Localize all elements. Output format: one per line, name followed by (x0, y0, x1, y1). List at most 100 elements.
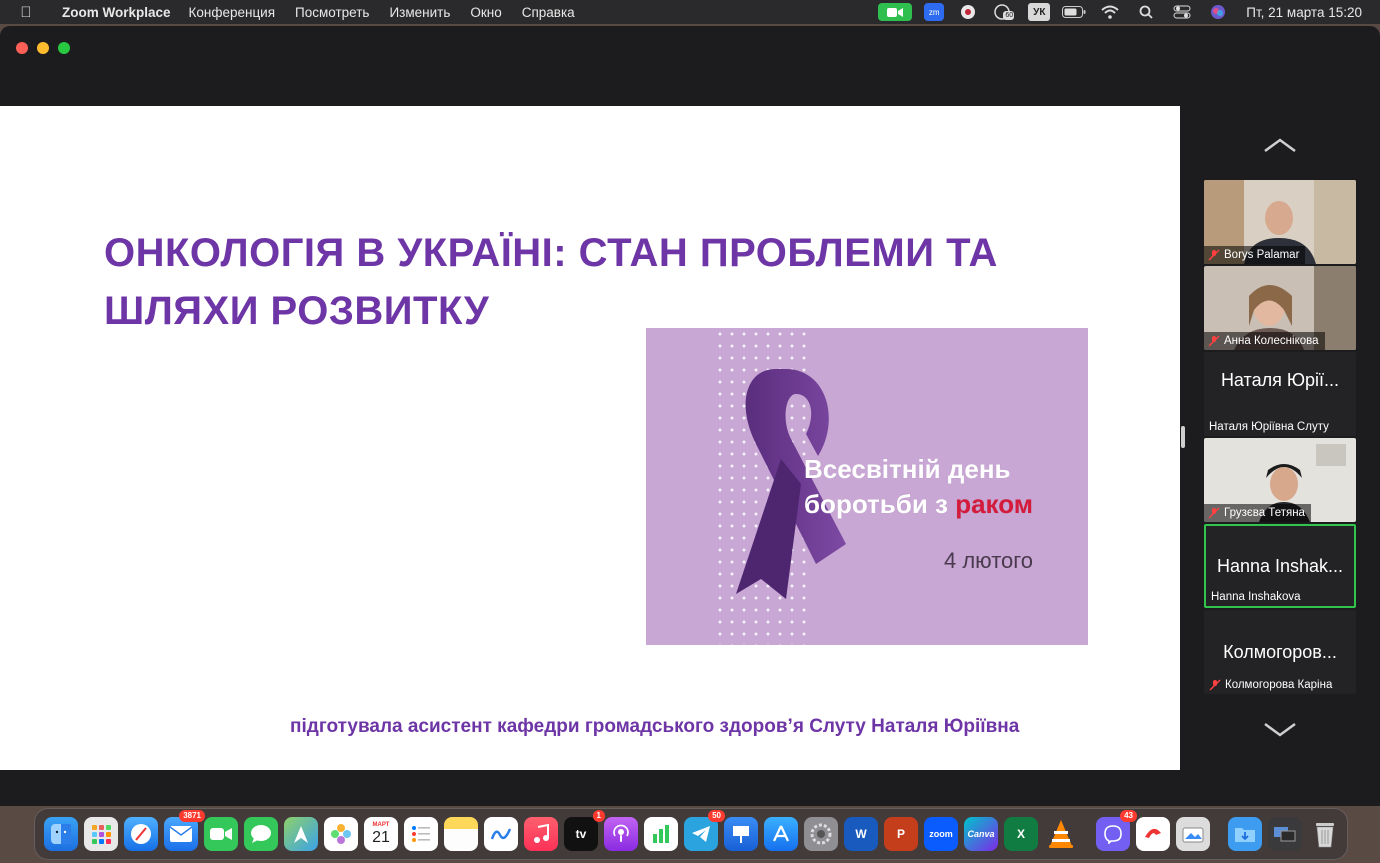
participant-label: Hanna Inshakova (1206, 588, 1307, 606)
muted-mic-icon (1208, 507, 1220, 519)
menubar:  Zoom Workplace Конференция Посмотреть … (0, 0, 1380, 24)
apple-tv-label: tv (575, 827, 587, 841)
battery-icon[interactable] (1062, 3, 1086, 21)
mail-icon[interactable]: 3871 (164, 810, 205, 851)
facetime-icon[interactable] (204, 817, 238, 851)
participant-name: Наталя Юріївна Слуту (1209, 421, 1329, 433)
keyboard-layout-indicator[interactable]: УК (1028, 3, 1051, 21)
participant-name: Грузєва Тетяна (1224, 507, 1305, 519)
anydesk-icon[interactable] (1136, 817, 1170, 851)
banner-headline: Всесвітній день боротьби з раком (804, 452, 1033, 522)
podcasts-icon[interactable] (604, 817, 638, 851)
system-settings-icon[interactable] (804, 817, 838, 851)
zoom-camera-status-icon[interactable] (878, 3, 913, 21)
calendar-icon[interactable]: МАРТ 21 (364, 817, 398, 851)
close-window-button[interactable] (16, 42, 28, 54)
participant-label: Грузєва Тетяна (1204, 504, 1311, 522)
downloads-folder-icon[interactable] (1228, 817, 1262, 851)
canva-icon[interactable]: Canva (964, 817, 998, 851)
slide-title: ОНКОЛОГІЯ В УКРАЇНІ: СТАН ПРОБЛЕМИ ТА ШЛ… (104, 231, 998, 333)
banner-line-1: Всесвітній день (804, 454, 1011, 484)
participant-label: Анна Колеснікова (1204, 332, 1325, 350)
music-icon[interactable] (524, 817, 558, 851)
fullscreen-window-button[interactable] (58, 42, 70, 54)
menubar-clock[interactable]: Пт, 21 марта 15:20 (1236, 5, 1380, 20)
minimize-window-button[interactable] (37, 42, 49, 54)
wifi-icon[interactable] (1098, 3, 1122, 21)
banner-accent-word: раком (955, 489, 1033, 519)
zoom-status-icon[interactable]: zm (924, 3, 945, 21)
menu-help[interactable]: Справка (512, 5, 585, 20)
muted-mic-icon (1208, 249, 1220, 261)
menu-window[interactable]: Окно (460, 5, 511, 20)
calendar-month: МАРТ (372, 822, 390, 828)
telegram-badge: 50 (708, 810, 725, 822)
participant-tile-borys-palamar[interactable]: Borys Palamar (1204, 180, 1356, 264)
window-controls (16, 42, 70, 54)
telegram-icon[interactable]: 50 (684, 810, 725, 851)
apple-tv-icon[interactable]: tv 1 (564, 810, 605, 851)
siri-icon[interactable] (1206, 3, 1230, 21)
slide-author: підготувала асистент кафедри громадськог… (290, 716, 1020, 737)
participant-display-name: Наталя Юрії... (1220, 370, 1340, 390)
freeform-icon[interactable] (484, 817, 518, 851)
macos-dock: 3871 МАРТ 21 tv 1 50 W P zoom Canva X 43 (34, 808, 1348, 860)
app-store-icon[interactable] (764, 817, 798, 851)
scroll-down-chevron-icon[interactable] (1262, 720, 1298, 740)
notifications-status-icon[interactable]: 60 (992, 3, 1016, 21)
menu-app-name[interactable]: Zoom Workplace (52, 5, 179, 20)
muted-mic-icon (1208, 335, 1220, 347)
apple-tv-badge: 1 (592, 810, 605, 822)
shared-screen-slide[interactable]: ОНКОЛОГІЯ В УКРАЇНІ: СТАН ПРОБЛЕМИ ТА ШЛ… (0, 106, 1180, 770)
photos-icon[interactable] (324, 817, 358, 851)
menu-edit[interactable]: Изменить (379, 5, 460, 20)
microsoft-word-icon[interactable]: W (844, 817, 878, 851)
participant-tile-kolmogorova-karina[interactable]: Колмогоров... Колмогорова Каріна (1204, 610, 1356, 694)
microsoft-excel-icon[interactable]: X (1004, 817, 1038, 851)
zoom-app-icon[interactable]: zoom (924, 817, 958, 851)
participant-tile-anna-kolesnikova[interactable]: Анна Колеснікова (1204, 266, 1356, 350)
participant-label: Наталя Юріївна Слуту (1204, 418, 1335, 436)
notes-icon[interactable] (444, 817, 478, 851)
status-area: zm 60 УК Пт, 21 марта 15:20 (872, 0, 1380, 24)
participant-tile-gruzeva-tetiana[interactable]: Грузєва Тетяна (1204, 438, 1356, 522)
vlc-icon[interactable] (1044, 817, 1078, 851)
scroll-up-chevron-icon[interactable] (1262, 136, 1298, 156)
banner-date: 4 лютого (944, 548, 1034, 573)
trash-icon[interactable] (1308, 817, 1342, 851)
notifications-count: 60 (1005, 11, 1014, 19)
finder-icon[interactable] (44, 817, 78, 851)
participant-display-name: Колмогоров... (1223, 642, 1337, 662)
panel-resize-handle[interactable] (1181, 426, 1185, 448)
participant-display-name: Hanna Inshak... (1216, 556, 1344, 576)
spotlight-search-icon[interactable] (1134, 3, 1158, 21)
preview-icon[interactable] (1176, 817, 1210, 851)
menu-view[interactable]: Посмотреть (285, 5, 379, 20)
menu-conference[interactable]: Конференция (179, 5, 286, 20)
participant-tile-natalia-slutu[interactable]: Наталя Юрії... Наталя Юріївна Слуту (1204, 352, 1356, 436)
microsoft-powerpoint-icon[interactable]: P (884, 817, 918, 851)
control-center-icon[interactable] (1170, 3, 1194, 21)
keynote-icon[interactable] (724, 817, 758, 851)
cancer-day-banner: Всесвітній день боротьби з раком 4 лютог… (646, 328, 1088, 645)
viber-badge: 43 (1120, 810, 1137, 822)
viber-status-icon[interactable] (956, 3, 980, 21)
reminders-icon[interactable] (404, 817, 438, 851)
messages-icon[interactable] (244, 817, 278, 851)
numbers-icon[interactable] (644, 817, 678, 851)
participant-label: Borys Palamar (1204, 246, 1306, 264)
launchpad-icon[interactable] (84, 817, 118, 851)
participant-tile-hanna-inshakova[interactable]: Hanna Inshak... Hanna Inshakova (1204, 524, 1356, 608)
participant-label: Колмогорова Каріна (1204, 676, 1338, 694)
maps-icon[interactable] (284, 817, 318, 851)
viber-icon[interactable]: 43 (1096, 810, 1137, 851)
banner-line-2: боротьби з раком (804, 487, 1033, 522)
participant-name: Hanna Inshakova (1211, 591, 1301, 603)
muted-mic-icon (1209, 679, 1221, 691)
banner-line-2-text: боротьби з (804, 489, 948, 519)
calendar-day: 21 (372, 829, 390, 846)
apple-menu-icon[interactable]:  (0, 4, 52, 21)
safari-icon[interactable] (124, 817, 158, 851)
recent-files-stack-icon[interactable] (1268, 817, 1302, 851)
participant-name: Анна Колеснікова (1224, 335, 1319, 347)
